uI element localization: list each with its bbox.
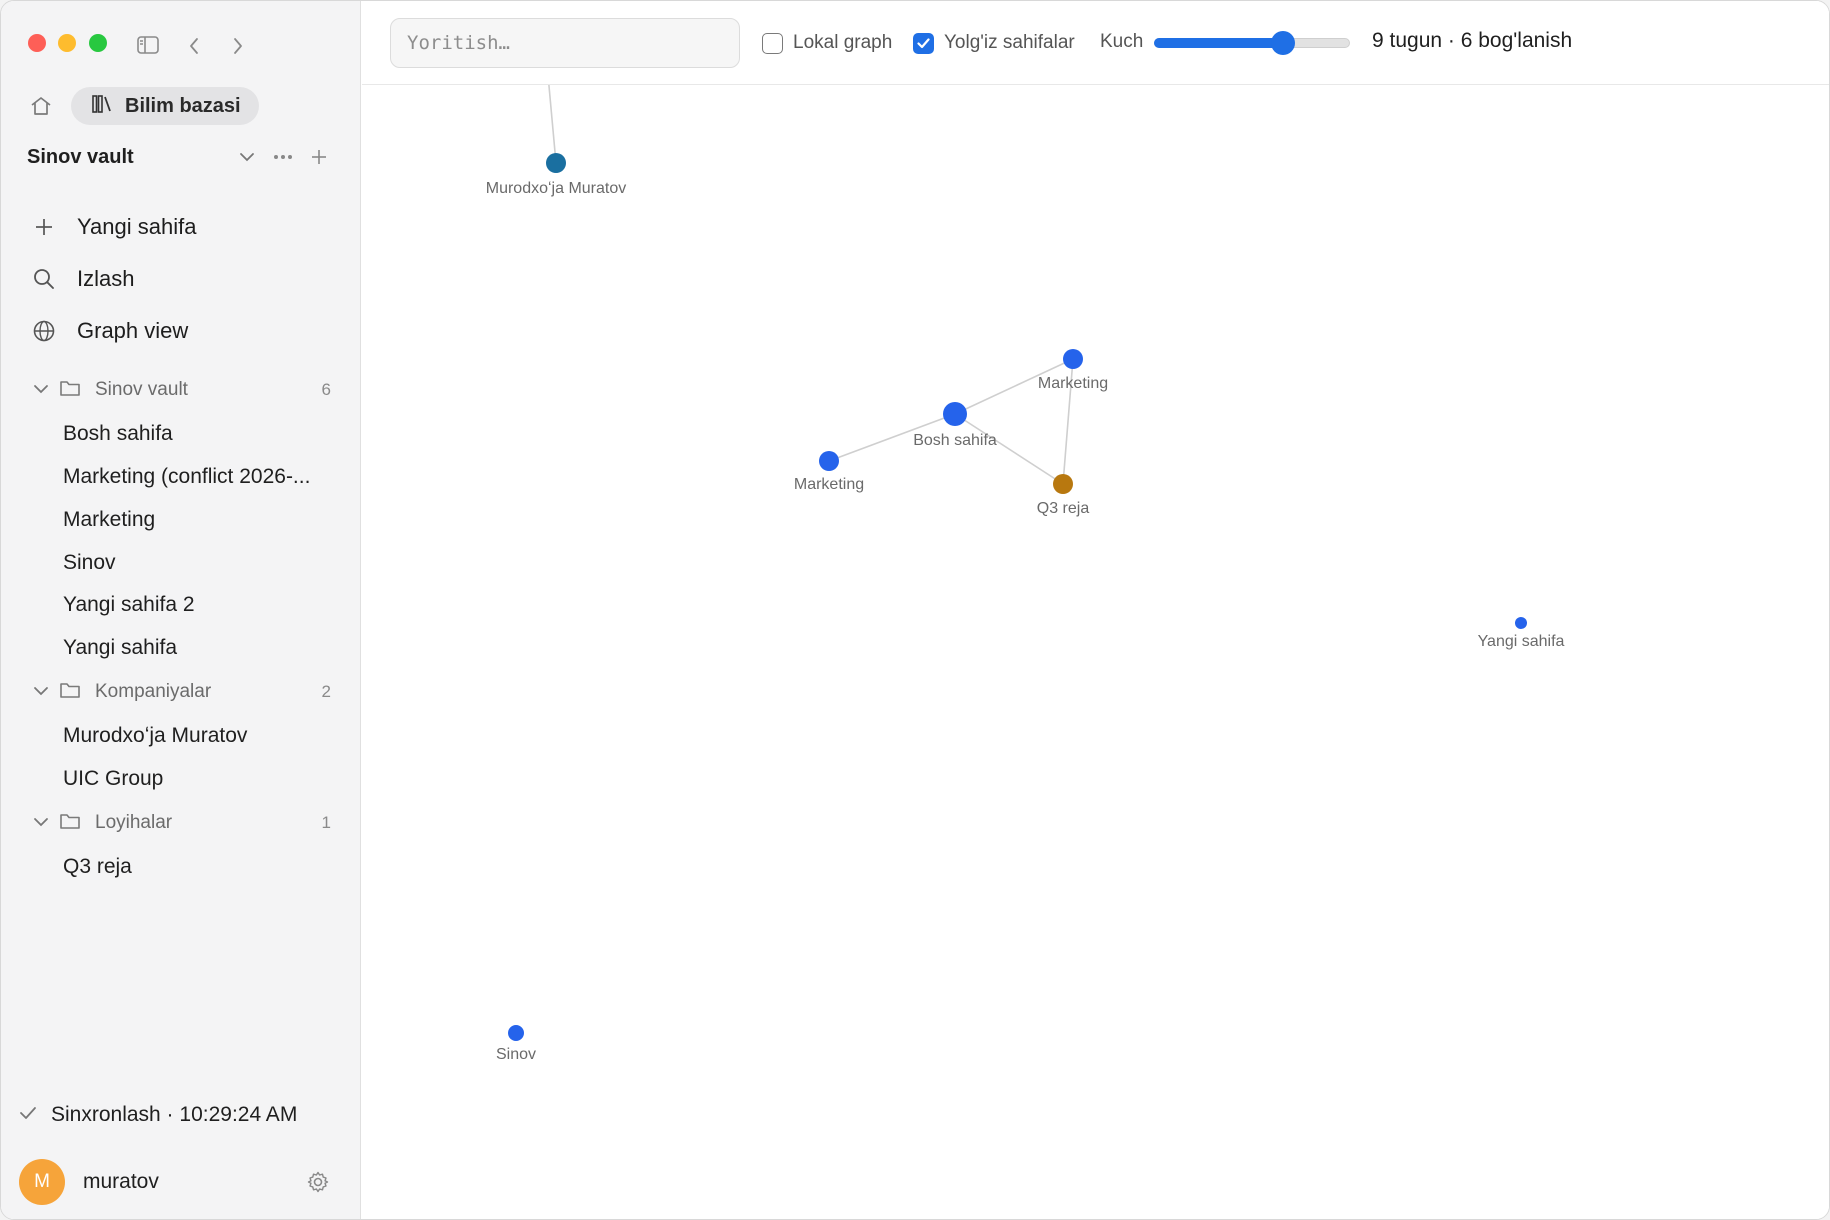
avatar[interactable]: M	[19, 1159, 65, 1205]
back-arrow-icon[interactable]	[183, 35, 205, 57]
local-graph-toggle[interactable]: Lokal graph	[762, 27, 892, 59]
graph-edge	[954, 413, 1064, 485]
sidebar-toggle-icon[interactable]	[135, 34, 161, 56]
orphans-toggle[interactable]: Yolg'iz sahifalar	[913, 27, 1075, 59]
knowledge-base-label: Bilim bazasi	[125, 94, 241, 117]
folder-icon	[59, 812, 81, 835]
folder-name: Sinov vault	[95, 379, 188, 400]
folder-loyihalar[interactable]: Loyihalar 1	[33, 807, 333, 839]
graph-node-label: Marketing	[794, 476, 864, 493]
graph-node-label: Yangi sahifa	[1478, 633, 1565, 650]
file-item[interactable]: Yangi sahifa 2	[63, 588, 335, 622]
nav-graph-view[interactable]: Graph view	[31, 311, 331, 351]
folder-count: 2	[321, 682, 331, 701]
sidebar: Bilim bazasi Sinov vault Yangi sahifa Iz…	[1, 1, 361, 1219]
graph-pane: Lokal graph Yolg'iz sahifalar Kuch 9 tug…	[362, 1, 1830, 1220]
sync-status-label: Sinxronlash · 10:29:24 AM	[51, 1103, 298, 1126]
slider-fill	[1154, 38, 1283, 48]
plus-icon	[31, 214, 57, 240]
file-item[interactable]: Murodxoʻja Muratov	[63, 719, 335, 753]
zoom-window-button[interactable]	[89, 34, 107, 52]
graph-node[interactable]	[546, 153, 566, 173]
folder-count: 1	[321, 813, 331, 832]
chevron-down-icon	[33, 381, 49, 399]
chevron-down-icon[interactable]	[229, 141, 265, 173]
graph-edge	[548, 85, 557, 164]
globe-icon	[31, 318, 57, 344]
strength-label: Kuch	[1100, 31, 1144, 52]
checkmark-icon	[19, 1106, 37, 1125]
nav-new-page[interactable]: Yangi sahifa	[31, 207, 331, 247]
folder-kompaniyalar[interactable]: Kompaniyalar 2	[33, 676, 333, 708]
knowledge-base-tab[interactable]: Bilim bazasi	[71, 87, 259, 125]
folder-name: Loyihalar	[95, 812, 173, 833]
add-vault-icon[interactable]	[301, 141, 337, 173]
chevron-down-icon	[33, 814, 49, 832]
chevron-down-icon	[33, 683, 49, 701]
file-item[interactable]: Yangi sahifa	[63, 631, 335, 665]
graph-node[interactable]	[1063, 349, 1083, 369]
forward-arrow-icon[interactable]	[227, 35, 249, 57]
nav-new-page-label: Yangi sahifa	[77, 214, 197, 239]
graph-node-label: Murodxoʻja Muratov	[486, 180, 627, 197]
file-item[interactable]: Marketing (conflict 2026-...	[63, 460, 335, 494]
nav-search-label: Izlash	[77, 266, 135, 291]
vault-name: Sinov vault	[27, 145, 134, 168]
nav-graph-view-label: Graph view	[77, 318, 189, 343]
folder-icon	[59, 681, 81, 704]
file-item[interactable]: Q3 reja	[63, 850, 335, 884]
strength-slider[interactable]	[1154, 31, 1350, 55]
folder-name: Kompaniyalar	[95, 681, 212, 702]
file-item[interactable]: Sinov	[63, 546, 335, 580]
username: muratov	[83, 1170, 159, 1193]
minimize-window-button[interactable]	[58, 34, 76, 52]
library-icon	[91, 94, 113, 119]
folder-icon	[59, 379, 81, 402]
orphans-label: Yolg'iz sahifalar	[944, 32, 1075, 53]
nav-search[interactable]: Izlash	[31, 259, 331, 299]
graph-node[interactable]	[1053, 474, 1073, 494]
more-options-icon[interactable]	[265, 141, 301, 173]
graph-node-label: Sinov	[496, 1046, 536, 1063]
search-icon	[31, 266, 57, 292]
graph-node[interactable]	[943, 402, 967, 426]
close-window-button[interactable]	[28, 34, 46, 52]
folder-sinov-vault[interactable]: Sinov vault 6	[33, 374, 333, 406]
highlight-search-input[interactable]	[390, 18, 740, 68]
orphans-checkbox[interactable]	[913, 32, 934, 54]
gear-icon[interactable]	[303, 1167, 333, 1197]
local-graph-label: Lokal graph	[793, 32, 893, 53]
graph-node-label: Q3 reja	[1037, 500, 1090, 517]
file-item[interactable]: Bosh sahifa	[63, 417, 335, 451]
graph-node[interactable]	[819, 451, 839, 471]
graph-toolbar: Lokal graph Yolg'iz sahifalar Kuch 9 tug…	[362, 1, 1829, 85]
file-item[interactable]: UIC Group	[63, 762, 335, 796]
app-window: Bilim bazasi Sinov vault Yangi sahifa Iz…	[0, 0, 1830, 1220]
vault-selector[interactable]: Sinov vault	[27, 141, 337, 173]
graph-canvas[interactable]: Murodxoʻja Muratov Marketing Bosh sahifa Ma…	[362, 85, 1830, 1220]
user-profile[interactable]: M muratov	[19, 1159, 339, 1205]
graph-node[interactable]	[1515, 617, 1527, 629]
graph-node[interactable]	[508, 1025, 524, 1041]
slider-thumb[interactable]	[1270, 31, 1295, 55]
graph-node-label: Marketing	[1038, 375, 1108, 392]
sync-status: Sinxronlash · 10:29:24 AM	[19, 1099, 339, 1131]
local-graph-checkbox[interactable]	[762, 32, 783, 54]
file-item[interactable]: Marketing	[63, 503, 335, 537]
home-icon[interactable]	[27, 93, 55, 119]
graph-node-label: Bosh sahifa	[913, 432, 997, 449]
folder-count: 6	[321, 380, 331, 399]
graph-stats: 9 tugun · 6 bog'lanish	[1372, 29, 1573, 52]
